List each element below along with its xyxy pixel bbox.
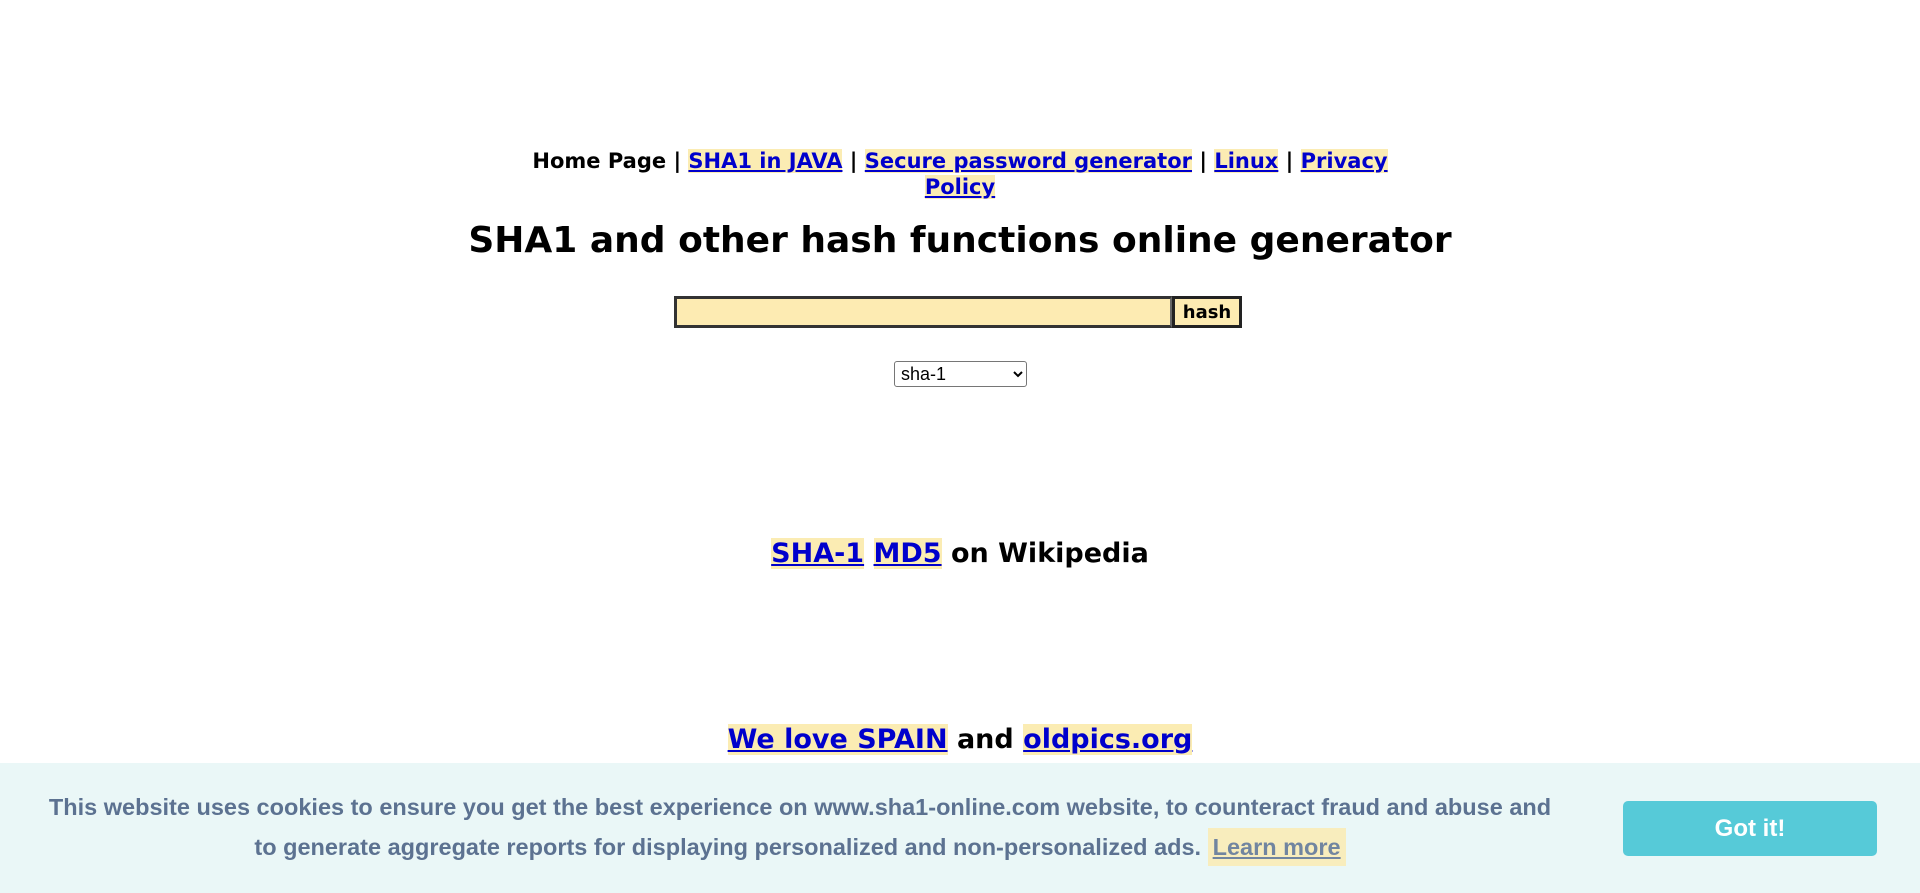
nav-link-linux[interactable]: Linux <box>1214 149 1279 173</box>
promo-connector: and <box>956 724 1014 755</box>
algorithm-select[interactable]: sha-1 <box>894 361 1027 387</box>
top-nav: Home Page | SHA1 in JAVA | Secure passwo… <box>520 148 1400 200</box>
promo-links: We love SPAIN and oldpics.org <box>0 724 1920 755</box>
wikipedia-sha1-link[interactable]: SHA-1 <box>771 538 865 569</box>
cookie-accept-button[interactable]: Got it! <box>1623 801 1877 856</box>
nav-separator: | <box>673 149 682 173</box>
hash-form: hash <box>674 296 1242 328</box>
hash-button[interactable]: hash <box>1172 296 1242 328</box>
cookie-message-container: This website uses cookies to ensure you … <box>40 787 1560 867</box>
hash-input[interactable] <box>674 296 1172 328</box>
cookie-learn-more-link[interactable]: Learn more <box>1207 828 1346 866</box>
promo-spain-link[interactable]: We love SPAIN <box>727 724 948 755</box>
nav-separator: | <box>1285 149 1294 173</box>
page-title: SHA1 and other hash functions online gen… <box>468 220 1452 261</box>
page: Home Page | SHA1 in JAVA | Secure passwo… <box>0 0 1920 893</box>
nav-separator: | <box>1199 149 1207 173</box>
promo-oldpics-link[interactable]: oldpics.org <box>1023 724 1193 755</box>
nav-home: Home Page <box>532 149 667 173</box>
wikipedia-links: SHA-1 MD5 on Wikipedia <box>0 538 1920 569</box>
nav-separator: | <box>849 149 858 173</box>
wikipedia-suffix: on Wikipedia <box>950 538 1149 569</box>
nav-link-sha1-java[interactable]: SHA1 in JAVA <box>688 149 843 173</box>
wikipedia-md5-link[interactable]: MD5 <box>873 538 942 569</box>
cookie-banner: This website uses cookies to ensure you … <box>0 763 1920 893</box>
nav-link-password-generator[interactable]: Secure password generator <box>864 149 1193 173</box>
